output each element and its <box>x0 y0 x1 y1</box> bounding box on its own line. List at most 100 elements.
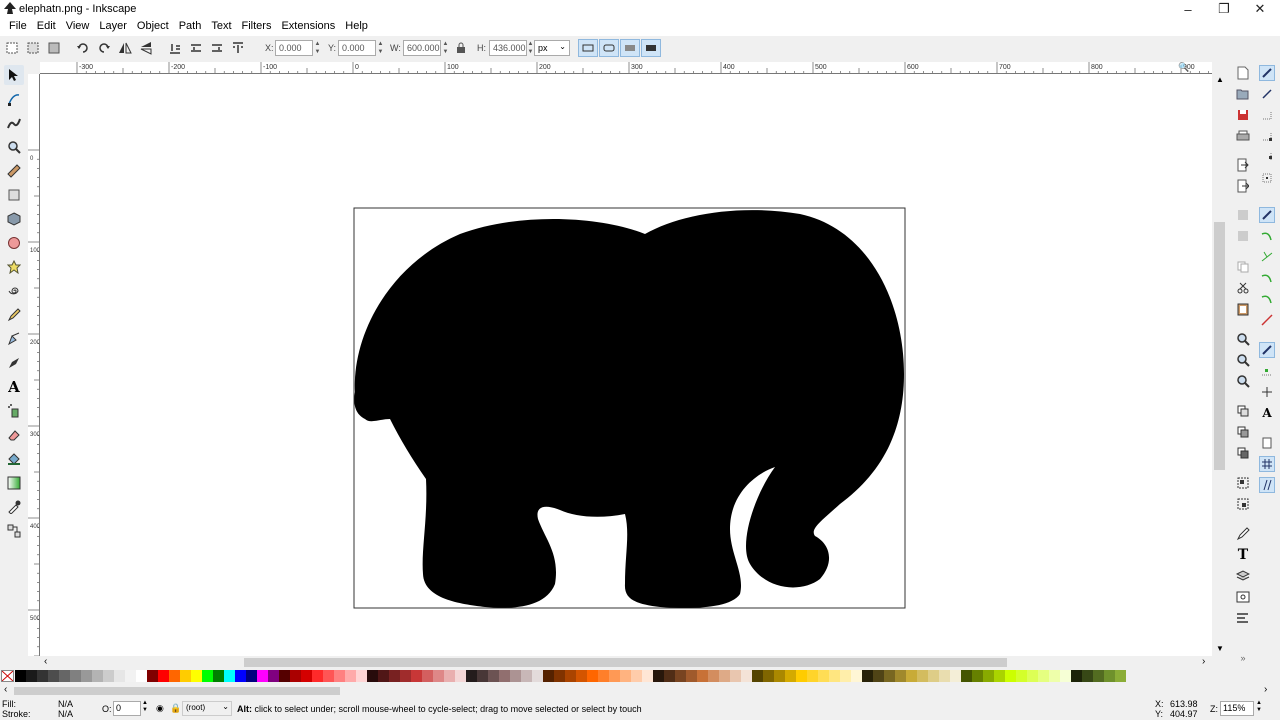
palette-swatch[interactable] <box>895 670 906 682</box>
palette-swatch[interactable] <box>620 670 631 682</box>
palette-swatch[interactable] <box>950 670 961 682</box>
snap-smooth-nodes-icon[interactable] <box>1259 291 1275 307</box>
palette-swatch[interactable] <box>147 670 158 682</box>
gradient-tool-button[interactable] <box>4 473 24 493</box>
palette-swatch[interactable] <box>631 670 642 682</box>
palette-swatch[interactable] <box>323 670 334 682</box>
menu-file[interactable]: File <box>4 18 32 36</box>
duplicate-icon[interactable] <box>1235 403 1251 419</box>
transform-patterns-toggle[interactable] <box>641 39 661 57</box>
palette-swatch[interactable] <box>686 670 697 682</box>
palette-swatch[interactable] <box>257 670 268 682</box>
palette-swatch[interactable] <box>851 670 862 682</box>
3d-box-tool-button[interactable] <box>4 209 24 229</box>
fill-stroke-icon[interactable] <box>1235 526 1251 542</box>
pencil-tool-button[interactable] <box>4 305 24 325</box>
palette-swatch[interactable] <box>26 670 37 682</box>
snap-bbox-edge-icon[interactable] <box>1259 107 1275 123</box>
spiral-tool-button[interactable] <box>4 281 24 301</box>
drawing-canvas[interactable] <box>40 74 1212 656</box>
palette-swatch[interactable] <box>565 670 576 682</box>
horizontal-scrollbar[interactable]: ‹ › <box>40 656 1212 669</box>
spray-tool-button[interactable] <box>4 401 24 421</box>
zoom-selection-icon[interactable] <box>1235 331 1251 347</box>
menu-layer[interactable]: Layer <box>94 18 132 36</box>
palette-swatch[interactable] <box>279 670 290 682</box>
unlink-clone-icon[interactable] <box>1235 445 1251 461</box>
y-spin-arrows[interactable]: ▲ ▼ <box>377 40 384 56</box>
snap-cusp-nodes-icon[interactable] <box>1259 270 1275 286</box>
snap-nodes-icon[interactable] <box>1259 207 1275 223</box>
snap-guides-icon[interactable] <box>1259 477 1275 493</box>
text-tool-button[interactable]: A <box>4 377 24 397</box>
height-field[interactable]: 436.000 <box>489 40 527 56</box>
unit-select[interactable]: px ⌄ <box>534 40 570 56</box>
rectangle-tool-button[interactable] <box>4 185 24 205</box>
palette-swatch[interactable] <box>312 670 323 682</box>
palette-swatch[interactable] <box>587 670 598 682</box>
palette-swatch[interactable] <box>356 670 367 682</box>
palette-swatch[interactable] <box>1093 670 1104 682</box>
lower-to-bottom-icon[interactable] <box>167 40 183 56</box>
toggle-layer-visibility-icon[interactable]: ◉ <box>156 703 164 714</box>
menu-filters[interactable]: Filters <box>237 18 277 36</box>
palette-swatch[interactable] <box>785 670 796 682</box>
palette-swatch[interactable] <box>59 670 70 682</box>
snap-page-border-icon[interactable] <box>1259 435 1275 451</box>
scroll-left-icon[interactable]: ‹ <box>44 656 47 667</box>
group-icon[interactable] <box>1235 475 1251 491</box>
palette-swatch[interactable] <box>213 670 224 682</box>
palette-swatch[interactable] <box>730 670 741 682</box>
lock-icon[interactable] <box>453 40 469 56</box>
palette-swatch[interactable] <box>510 670 521 682</box>
palette-swatch[interactable] <box>224 670 235 682</box>
pen-tool-button[interactable] <box>4 329 24 349</box>
layer-select[interactable]: (root) ⌄ <box>182 701 232 716</box>
palette-swatch[interactable] <box>532 670 543 682</box>
palette-scrollbar[interactable]: ‹ › <box>0 684 1280 698</box>
palette-swatch[interactable] <box>444 670 455 682</box>
palette-swatch[interactable] <box>81 670 92 682</box>
align-distribute-icon[interactable] <box>1235 610 1251 626</box>
snap-text-baseline-icon[interactable]: A <box>1259 405 1275 421</box>
deselect-icon[interactable] <box>46 40 62 56</box>
x-field[interactable]: 0.000 <box>275 40 313 56</box>
import-icon[interactable] <box>1235 157 1251 173</box>
palette-swatch[interactable] <box>763 670 774 682</box>
menu-edit[interactable]: Edit <box>32 18 61 36</box>
select-all-icon[interactable] <box>4 40 20 56</box>
zoom-field[interactable]: 115% <box>1220 701 1254 716</box>
palette-swatch[interactable] <box>433 670 444 682</box>
tweak-tool-button[interactable] <box>4 113 24 133</box>
x-spin-arrows[interactable]: ▲ ▼ <box>314 40 321 56</box>
zoom-spin-icon[interactable]: ▲ ▼ <box>1256 700 1262 714</box>
snap-rotation-center-icon[interactable] <box>1259 384 1275 400</box>
palette-swatch[interactable] <box>378 670 389 682</box>
menu-view[interactable]: View <box>61 18 95 36</box>
palette-swatch[interactable] <box>1071 670 1082 682</box>
palette-swatch[interactable] <box>664 670 675 682</box>
star-tool-button[interactable] <box>4 257 24 277</box>
palette-swatch[interactable] <box>1082 670 1093 682</box>
calligraphy-tool-button[interactable] <box>4 353 24 373</box>
layers-icon[interactable] <box>1235 568 1251 584</box>
palette-swatch[interactable] <box>125 670 136 682</box>
vertical-scroll-thumb[interactable] <box>1214 222 1225 470</box>
transform-gradients-toggle[interactable] <box>620 39 640 57</box>
palette-swatch[interactable] <box>675 670 686 682</box>
print-icon[interactable] <box>1235 128 1251 144</box>
palette-swatch[interactable] <box>598 670 609 682</box>
scale-corners-toggle[interactable] <box>599 39 619 57</box>
palette-swatch[interactable] <box>1027 670 1038 682</box>
palette-swatch[interactable] <box>246 670 257 682</box>
palette-swatch[interactable] <box>301 670 312 682</box>
palette-swatch[interactable] <box>1104 670 1115 682</box>
palette-swatch[interactable] <box>400 670 411 682</box>
export-icon[interactable] <box>1235 178 1251 194</box>
palette-swatch[interactable] <box>345 670 356 682</box>
eraser-tool-button[interactable] <box>4 425 24 445</box>
paste-icon[interactable] <box>1235 301 1251 317</box>
snap-paths-icon[interactable] <box>1259 228 1275 244</box>
palette-swatch[interactable] <box>411 670 422 682</box>
copy-icon[interactable] <box>1235 259 1251 275</box>
